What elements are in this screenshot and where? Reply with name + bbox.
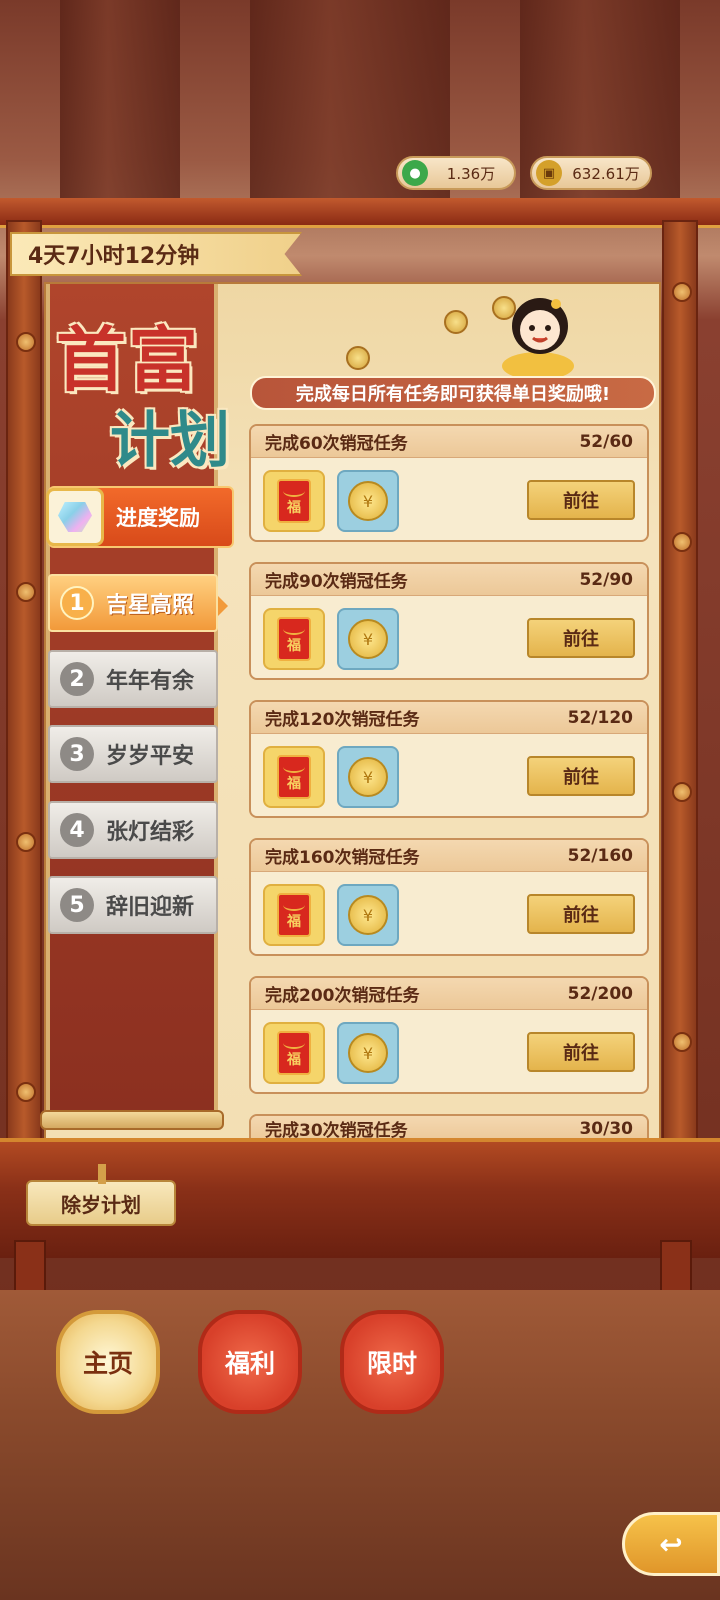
copper-currency-value: 632.61万 [572, 164, 640, 183]
nav-limited-button[interactable]: 限时 [340, 1310, 444, 1414]
go-button[interactable]: 前往 [527, 894, 635, 934]
daily-reward-hint: 完成每日所有任务即可获得单日奖励哦! [250, 376, 656, 410]
task-title: 完成160次销冠任务 [265, 848, 420, 868]
active-tab-pointer [218, 596, 228, 616]
background-pillar [60, 0, 180, 220]
task-card: 完成160次销冠任务 52/160 福 ¥ 前往 [249, 838, 649, 956]
red-envelope-reward[interactable]: 福 [263, 1022, 325, 1084]
gem-icon [46, 488, 104, 546]
stage-tab-5[interactable]: 5 辞旧迎新 [48, 876, 218, 934]
go-button[interactable]: 前往 [527, 756, 635, 796]
mascot-character-icon [502, 298, 574, 378]
task-title: 完成60次销冠任务 [265, 434, 408, 454]
task-progress: 52/120 [567, 707, 633, 728]
stage-number: 3 [60, 737, 94, 771]
plan-tag[interactable]: 除岁计划 [26, 1164, 176, 1226]
stage-label: 岁岁平安 [106, 744, 195, 769]
task-title: 完成90次销冠任务 [265, 572, 408, 592]
stage-label: 吉星高照 [106, 593, 195, 618]
back-button[interactable]: ↩ [622, 1512, 720, 1576]
gold-coin-icon: ¥ [348, 619, 388, 659]
stage-label: 年年有余 [106, 669, 195, 694]
task-progress: 52/60 [579, 431, 633, 452]
stage-label: 辞旧迎新 [106, 895, 195, 920]
coin-reward[interactable]: ¥ [337, 746, 399, 808]
red-envelope-reward[interactable]: 福 [263, 470, 325, 532]
red-envelope-icon: 福 [277, 617, 311, 661]
copper-coin-icon: ▣ [536, 160, 562, 186]
stage-number: 2 [60, 662, 94, 696]
gold-coin-icon: ¥ [348, 1033, 388, 1073]
red-envelope-icon: 福 [277, 479, 311, 523]
red-envelope-reward[interactable]: 福 [263, 884, 325, 946]
task-card: 完成60次销冠任务 52/60 福 ¥ 前往 [249, 424, 649, 542]
floating-coin-icon [346, 346, 370, 370]
task-progress: 52/200 [567, 983, 633, 1004]
jade-currency-pill[interactable]: ● 1.36万 [396, 156, 516, 190]
rosette-ornament [16, 832, 36, 852]
stage-tab-1[interactable]: 1 吉星高照 [48, 574, 218, 632]
go-button[interactable]: 前往 [527, 618, 635, 658]
coin-reward[interactable]: ¥ [337, 1022, 399, 1084]
event-title-main: 首富 [56, 319, 200, 401]
task-progress: 30/30 [579, 1118, 633, 1139]
gold-coin-icon: ¥ [348, 757, 388, 797]
stage-tab-4[interactable]: 4 张灯结彩 [48, 801, 218, 859]
task-card: 完成120次销冠任务 52/120 福 ¥ 前往 [249, 700, 649, 818]
go-button[interactable]: 前往 [527, 1032, 635, 1072]
stage-number: 1 [60, 586, 94, 620]
red-envelope-reward[interactable]: 福 [263, 746, 325, 808]
nav-welfare-button[interactable]: 福利 [198, 1310, 302, 1414]
task-title: 完成30次销冠任务 [265, 1121, 408, 1140]
task-progress: 52/160 [567, 845, 633, 866]
red-envelope-icon: 福 [277, 1031, 311, 1075]
coin-reward[interactable]: ¥ [337, 608, 399, 670]
stage-tab-3[interactable]: 3 岁岁平安 [48, 725, 218, 783]
rosette-ornament [16, 582, 36, 602]
progress-reward-label: 进度奖励 [116, 506, 200, 530]
copper-currency-pill[interactable]: ▣ 632.61万 [530, 156, 652, 190]
jade-currency-value: 1.36万 [446, 164, 496, 183]
gold-coin-icon: ¥ [348, 481, 388, 521]
rosette-ornament [672, 282, 692, 302]
red-envelope-reward[interactable]: 福 [263, 608, 325, 670]
go-button[interactable]: 前往 [527, 480, 635, 520]
task-title: 完成200次销冠任务 [265, 986, 420, 1006]
floating-coin-icon [444, 310, 468, 334]
red-envelope-icon: 福 [277, 755, 311, 799]
coin-reward[interactable]: ¥ [337, 470, 399, 532]
frame-right-post [662, 220, 698, 1150]
scroll-rod [40, 1110, 224, 1130]
rosette-ornament [672, 532, 692, 552]
frame-top-beam [0, 198, 720, 228]
rosette-ornament [672, 782, 692, 802]
event-title-sub: 计划 [110, 406, 230, 476]
coin-reward[interactable]: ¥ [337, 884, 399, 946]
rosette-ornament [672, 1032, 692, 1052]
gold-coin-icon: ¥ [348, 895, 388, 935]
stage-tab-2[interactable]: 2 年年有余 [48, 650, 218, 708]
jade-coin-icon: ● [402, 160, 428, 186]
rosette-ornament [16, 1082, 36, 1102]
rosette-ornament [16, 332, 36, 352]
red-envelope-icon: 福 [277, 893, 311, 937]
stage-number: 5 [60, 888, 94, 922]
stage-label: 张灯结彩 [106, 820, 195, 845]
progress-reward-button[interactable]: 进度奖励 [46, 486, 234, 548]
frame-left-post [6, 220, 42, 1150]
task-title: 完成120次销冠任务 [265, 710, 420, 730]
nav-home-button[interactable]: 主页 [56, 1310, 160, 1414]
task-progress: 52/90 [579, 569, 633, 590]
back-arrow-icon: ↩ [659, 1527, 683, 1561]
task-card: 完成30次销冠任务 30/30 [249, 1114, 649, 1140]
stage-number: 4 [60, 813, 94, 847]
task-card: 完成90次销冠任务 52/90 福 ¥ 前往 [249, 562, 649, 680]
countdown-timer: 4天7小时12分钟 [10, 232, 302, 276]
task-card: 完成200次销冠任务 52/200 福 ¥ 前往 [249, 976, 649, 1094]
